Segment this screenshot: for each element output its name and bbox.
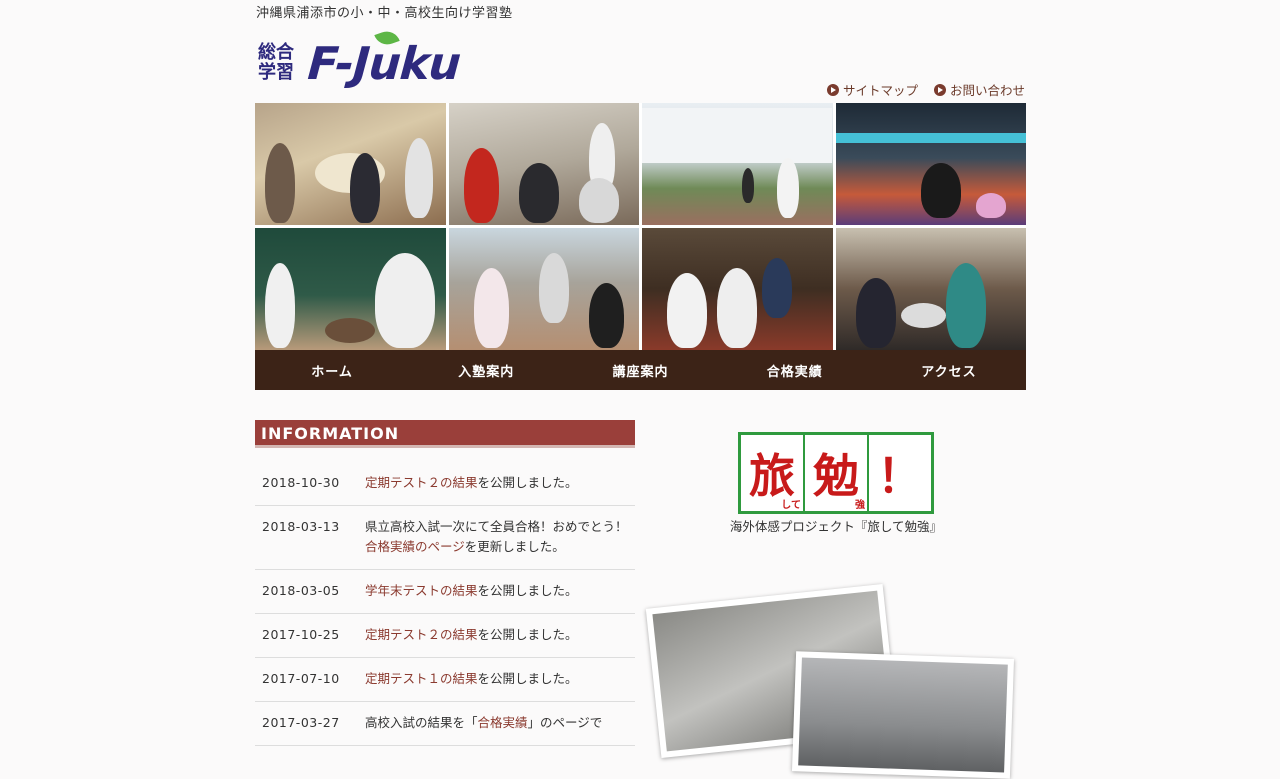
photo-classroom [255, 228, 446, 350]
list-item: 2017-03-27 高校入試の結果を「合格実績」のページで [255, 702, 635, 746]
circle-arrow-icon [933, 83, 946, 96]
list-item: 2018-03-05 学年末テストの結果を公開しました。 [255, 570, 635, 614]
photo-cooking-class [448, 103, 639, 225]
news-text-rest: を公開しました。 [477, 671, 578, 686]
photo-group-meal [835, 228, 1026, 350]
banner-char: ！ [877, 449, 923, 503]
news-text: 県立高校入試一次にて全員合格！おめでとう！ 合格実績のページを更新しました。 [365, 517, 635, 557]
news-text-pre: 高校入試の結果を「 [365, 715, 478, 730]
sitemap-link-label: サイトマップ [842, 83, 918, 98]
news-text: 定期テスト２の結果を公開しました。 [365, 625, 635, 645]
news-link[interactable]: 合格実績のページ [365, 539, 465, 554]
circle-arrow-icon [826, 83, 839, 96]
banner-small-text: 強 [855, 500, 865, 511]
news-date: 2017-07-10 [262, 671, 340, 686]
news-link[interactable]: 定期テスト１の結果 [365, 671, 478, 686]
news-text-rest: を公開しました。 [477, 583, 578, 598]
banner-cell: ！ [869, 435, 931, 511]
photo-school-yard [642, 103, 833, 225]
information-list: 2018-10-30 定期テスト２の結果を公開しました。 2018-03-13 … [255, 462, 635, 746]
information-heading: INFORMATION [255, 420, 635, 448]
nav-home[interactable]: ホーム [255, 350, 409, 390]
logo-kanji: 総合学習 [258, 42, 294, 83]
news-date: 2018-03-13 [262, 519, 340, 534]
building-photo [798, 657, 1008, 773]
photo-building-polaroid-2 [791, 651, 1015, 779]
news-text: 学年末テストの結果を公開しました。 [365, 581, 635, 601]
banner-cell: 勉 強 [805, 435, 869, 511]
photo-students-outdoor [448, 228, 639, 350]
news-link[interactable]: 定期テスト２の結果 [365, 627, 478, 642]
banner-caption: 海外体感プロジェクト『旅して勉強』 [729, 519, 943, 534]
news-link[interactable]: 学年末テストの結果 [365, 583, 478, 598]
nav-admission[interactable]: 入塾案内 [409, 350, 563, 390]
list-item: 2018-10-30 定期テスト２の結果を公開しました。 [255, 462, 635, 506]
news-text-rest: 」のページで [527, 715, 603, 730]
news-text-rest: を公開しました。 [477, 627, 578, 642]
news-date: 2017-10-25 [262, 627, 340, 642]
photo-restaurant [642, 228, 833, 350]
list-item: 2017-10-25 定期テスト２の結果を公開しました。 [255, 614, 635, 658]
main-nav: ホーム 入塾案内 講座案内 合格実績 アクセス [255, 350, 1026, 390]
list-item: 2017-07-10 定期テスト１の結果を公開しました。 [255, 658, 635, 702]
banner-cell: 旅 して [741, 435, 805, 511]
site-logo[interactable]: 総合学習 F-Juku [258, 27, 520, 91]
tabishite-benkyo-banner[interactable]: 旅 して 勉 強 ！ [738, 432, 934, 514]
news-text-rest: を公開しました。 [477, 475, 578, 490]
nav-results[interactable]: 合格実績 [718, 350, 872, 390]
news-text: 定期テスト２の結果を公開しました。 [365, 473, 635, 493]
news-link[interactable]: 合格実績 [478, 715, 528, 730]
banner-small-text: して [781, 500, 801, 511]
page: 沖縄県浦添市の小・中・高校生向け学習塾 総合学習 F-Juku サイトマップ お… [0, 0, 1280, 779]
news-text-pre: 県立高校入試一次にて全員合格！おめでとう！ [365, 519, 628, 534]
news-text: 定期テスト１の結果を公開しました。 [365, 669, 635, 689]
banner-char: 勉 [813, 449, 859, 503]
news-text-rest: を更新しました。 [464, 539, 565, 554]
list-item: 2018-03-13 県立高校入試一次にて全員合格！おめでとう！ 合格実績のページ… [255, 506, 635, 570]
news-text: 高校入試の結果を「合格実績」のページで [365, 713, 635, 733]
nav-courses[interactable]: 講座案内 [563, 350, 717, 390]
sitemap-link[interactable]: サイトマップ [826, 80, 918, 99]
news-date: 2018-03-05 [262, 583, 340, 598]
logo-brand: F-Juku [306, 37, 462, 90]
news-link[interactable]: 定期テスト２の結果 [365, 475, 478, 490]
contact-link[interactable]: お問い合わせ [933, 80, 1025, 99]
hero-photo-grid [255, 103, 1026, 350]
site-tagline: 沖縄県浦添市の小・中・高校生向け学習塾 [256, 6, 513, 21]
nav-access[interactable]: アクセス [872, 350, 1026, 390]
contact-link-label: お問い合わせ [949, 83, 1025, 98]
photo-bowling [835, 103, 1026, 225]
news-date: 2018-10-30 [262, 475, 340, 490]
top-links: サイトマップ お問い合わせ [826, 80, 1025, 99]
news-date: 2017-03-27 [262, 715, 340, 730]
photo-students-dining [255, 103, 446, 225]
